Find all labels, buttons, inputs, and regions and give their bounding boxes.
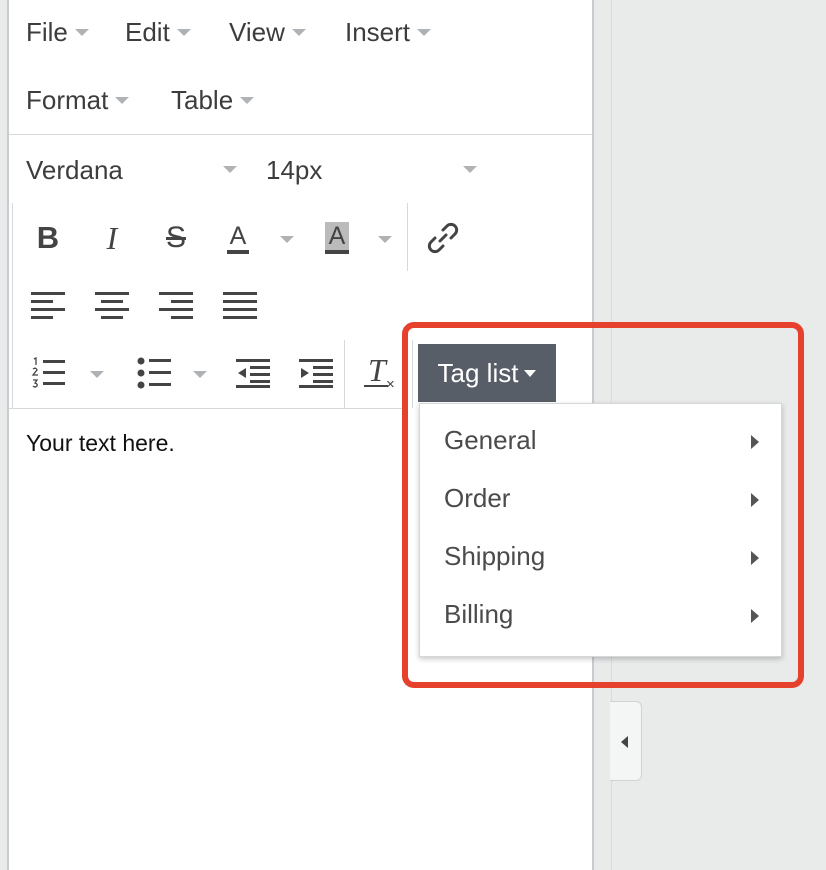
menu-item-label: Billing bbox=[444, 599, 514, 629]
chevron-right-icon bbox=[751, 493, 759, 507]
menu-file[interactable]: File bbox=[26, 17, 89, 48]
menu-edit[interactable]: Edit bbox=[125, 17, 191, 48]
italic-icon: I bbox=[106, 219, 118, 256]
background-color-dropdown[interactable] bbox=[376, 229, 394, 249]
align-center-button[interactable] bbox=[90, 283, 134, 327]
indent-button[interactable] bbox=[294, 351, 338, 395]
editor-content[interactable]: Your text here. bbox=[26, 430, 175, 457]
italic-button[interactable]: I bbox=[90, 216, 134, 260]
tag-list-button[interactable]: Tag list bbox=[418, 344, 556, 402]
background-color-button[interactable]: A bbox=[315, 216, 359, 260]
align-left-icon bbox=[31, 292, 65, 319]
align-justify-icon bbox=[223, 292, 257, 319]
clear-formatting-underline bbox=[364, 385, 388, 387]
clear-formatting-button[interactable]: T × bbox=[359, 351, 403, 395]
strikethrough-button[interactable]: S bbox=[154, 216, 198, 260]
menu-edit-label: Edit bbox=[125, 17, 170, 47]
toolbar-divider bbox=[407, 203, 408, 271]
text-color-button[interactable]: A bbox=[216, 216, 260, 260]
menu-format-label: Format bbox=[26, 85, 109, 115]
bulleted-list-button[interactable] bbox=[132, 351, 176, 395]
menu-format[interactable]: Format bbox=[26, 85, 130, 116]
numbered-list-icon bbox=[31, 357, 65, 388]
bold-button[interactable]: B bbox=[26, 216, 70, 260]
toolbar-divider bbox=[412, 340, 413, 408]
align-right-button[interactable] bbox=[154, 283, 198, 327]
align-center-icon bbox=[95, 292, 129, 319]
chevron-down-icon bbox=[240, 97, 255, 105]
chevron-down-icon bbox=[223, 166, 237, 173]
bulleted-list-icon bbox=[137, 357, 171, 389]
background-color-icon: A bbox=[324, 222, 350, 254]
menu-view-label: View bbox=[229, 17, 285, 47]
clear-formatting-icon: T × bbox=[364, 352, 398, 393]
link-icon bbox=[427, 222, 459, 254]
numbered-list-button[interactable] bbox=[26, 351, 70, 395]
collapse-sidebar-toggle[interactable] bbox=[610, 701, 642, 781]
chevron-down-icon bbox=[417, 29, 432, 37]
menu-item-label: Order bbox=[444, 483, 511, 513]
bold-icon: B bbox=[36, 220, 60, 255]
chevron-down-icon bbox=[524, 369, 537, 377]
tag-list-label: Tag list bbox=[437, 357, 519, 388]
toolbar-left-divider bbox=[12, 203, 13, 408]
outdent-icon bbox=[236, 359, 270, 388]
indent-icon bbox=[299, 359, 333, 388]
chevron-right-icon bbox=[751, 609, 759, 623]
chevron-right-icon bbox=[751, 435, 759, 449]
chevron-down-icon bbox=[291, 29, 306, 37]
clear-formatting-glyph: T bbox=[368, 352, 386, 388]
menu-item-shipping[interactable]: Shipping bbox=[420, 531, 781, 587]
link-button[interactable] bbox=[421, 216, 465, 260]
menu-item-order[interactable]: Order bbox=[420, 473, 781, 529]
numbered-list-dropdown[interactable] bbox=[88, 364, 106, 384]
strikethrough-icon: S bbox=[165, 221, 186, 254]
font-size-value: 14px bbox=[266, 155, 323, 185]
menu-table-label: Table bbox=[171, 85, 234, 115]
bulleted-list-dropdown[interactable] bbox=[191, 364, 209, 384]
align-justify-button[interactable] bbox=[218, 283, 262, 327]
text-color-icon: A bbox=[226, 222, 250, 254]
font-family-value: Verdana bbox=[26, 155, 123, 185]
align-left-button[interactable] bbox=[26, 283, 70, 327]
text-color-dropdown[interactable] bbox=[278, 229, 296, 249]
toolbar-bottom-divider bbox=[9, 408, 405, 409]
chevron-right-icon bbox=[751, 551, 759, 565]
align-right-icon bbox=[159, 292, 193, 319]
menu-item-label: General bbox=[444, 425, 537, 455]
menu-view[interactable]: View bbox=[229, 17, 306, 48]
tag-list-menu: General Order Shipping Billing bbox=[419, 403, 782, 657]
toolbar-divider bbox=[344, 340, 345, 408]
menu-insert-label: Insert bbox=[345, 17, 411, 47]
font-size-select[interactable]: 14px bbox=[266, 155, 478, 187]
menu-item-general[interactable]: General bbox=[420, 415, 781, 471]
chevron-down-icon bbox=[115, 97, 130, 105]
menu-item-billing[interactable]: Billing bbox=[420, 589, 781, 645]
menu-item-label: Shipping bbox=[444, 541, 546, 571]
chevron-down-icon bbox=[463, 166, 477, 173]
menubar-divider bbox=[9, 134, 592, 135]
menu-file-label: File bbox=[26, 17, 68, 47]
menu-insert[interactable]: Insert bbox=[345, 17, 432, 48]
chevron-down-icon bbox=[74, 29, 89, 37]
close-icon: × bbox=[386, 376, 395, 393]
outdent-button[interactable] bbox=[231, 351, 275, 395]
font-family-select[interactable]: Verdana bbox=[26, 155, 238, 187]
chevron-down-icon bbox=[176, 29, 191, 37]
menu-table[interactable]: Table bbox=[171, 85, 255, 116]
